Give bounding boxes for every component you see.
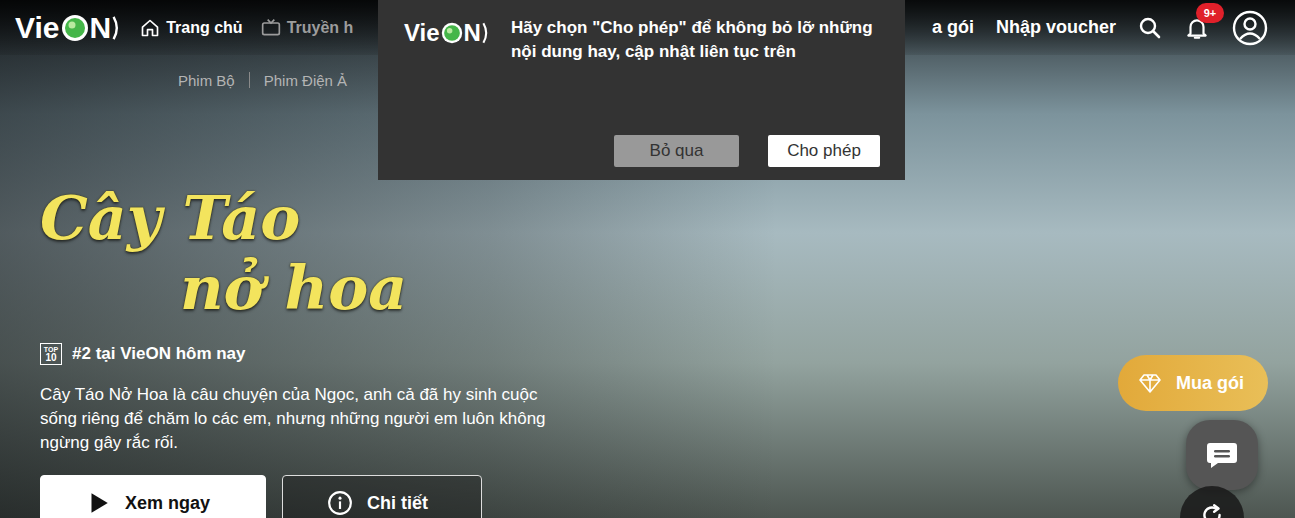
- user-icon[interactable]: [1232, 10, 1268, 46]
- logo-ball-icon: [441, 22, 463, 44]
- top10-icon: TOP10: [40, 343, 62, 365]
- logo-arc-icon: [482, 20, 489, 46]
- dismiss-button[interactable]: Bỏ qua: [614, 135, 739, 167]
- play-icon: [85, 490, 111, 516]
- allow-button[interactable]: Cho phép: [768, 135, 880, 167]
- watch-button[interactable]: Xem ngay: [40, 475, 266, 518]
- nav-item[interactable]: Truyền h: [261, 18, 354, 38]
- chat-icon: [1206, 441, 1238, 469]
- notification-badge: 9+: [1196, 3, 1224, 23]
- home-icon: [140, 18, 160, 38]
- info-icon: [327, 490, 353, 516]
- header-link[interactable]: Nhập voucher: [996, 17, 1116, 38]
- logo-arc-icon: [112, 12, 120, 44]
- subnav-item[interactable]: Phim Điện Ả: [264, 72, 347, 89]
- logo-ball-icon: [61, 14, 89, 42]
- chat-button[interactable]: [1186, 420, 1258, 490]
- notification-permission-popup: VieN Hãy chọn "Cho phép" để không bỏ lỡ n…: [378, 0, 905, 180]
- rank-row: TOP10#2 tại VieON hôm nay: [40, 343, 246, 365]
- vieon-logo[interactable]: VieN: [15, 12, 120, 44]
- subnav-item[interactable]: Phim Bộ: [178, 72, 235, 89]
- tv-icon: [261, 18, 281, 38]
- diamond-icon: [1138, 371, 1162, 395]
- hero-buttons: Xem ngay Chi tiết: [40, 475, 482, 518]
- popup-message: Hãy chọn "Cho phép" để không bỏ lỡ những…: [511, 16, 880, 64]
- search-icon[interactable]: [1138, 16, 1162, 40]
- header-actions: a gói Nhập voucher 9+: [932, 10, 1268, 46]
- popup-logo: VieN: [404, 20, 489, 46]
- refresh-button[interactable]: [1180, 486, 1244, 518]
- separator: [249, 72, 250, 88]
- notification-button[interactable]: 9+: [1184, 15, 1210, 41]
- nav-item[interactable]: Trang chủ: [140, 18, 242, 38]
- header-link[interactable]: a gói: [932, 17, 974, 38]
- main-nav: Trang chủ Truyền h: [140, 18, 353, 38]
- show-title: Cây Táonở hoa: [40, 183, 407, 323]
- refresh-icon: [1199, 502, 1225, 518]
- description: Cây Táo Nở Hoa là câu chuyện của Ngọc, a…: [40, 383, 560, 455]
- detail-button[interactable]: Chi tiết: [282, 475, 482, 518]
- buy-package-button[interactable]: Mua gói: [1118, 355, 1268, 411]
- vieon-home: VieN Trang chủ Truyền h a gói Nhập voucher 9+…: [0, 0, 1295, 518]
